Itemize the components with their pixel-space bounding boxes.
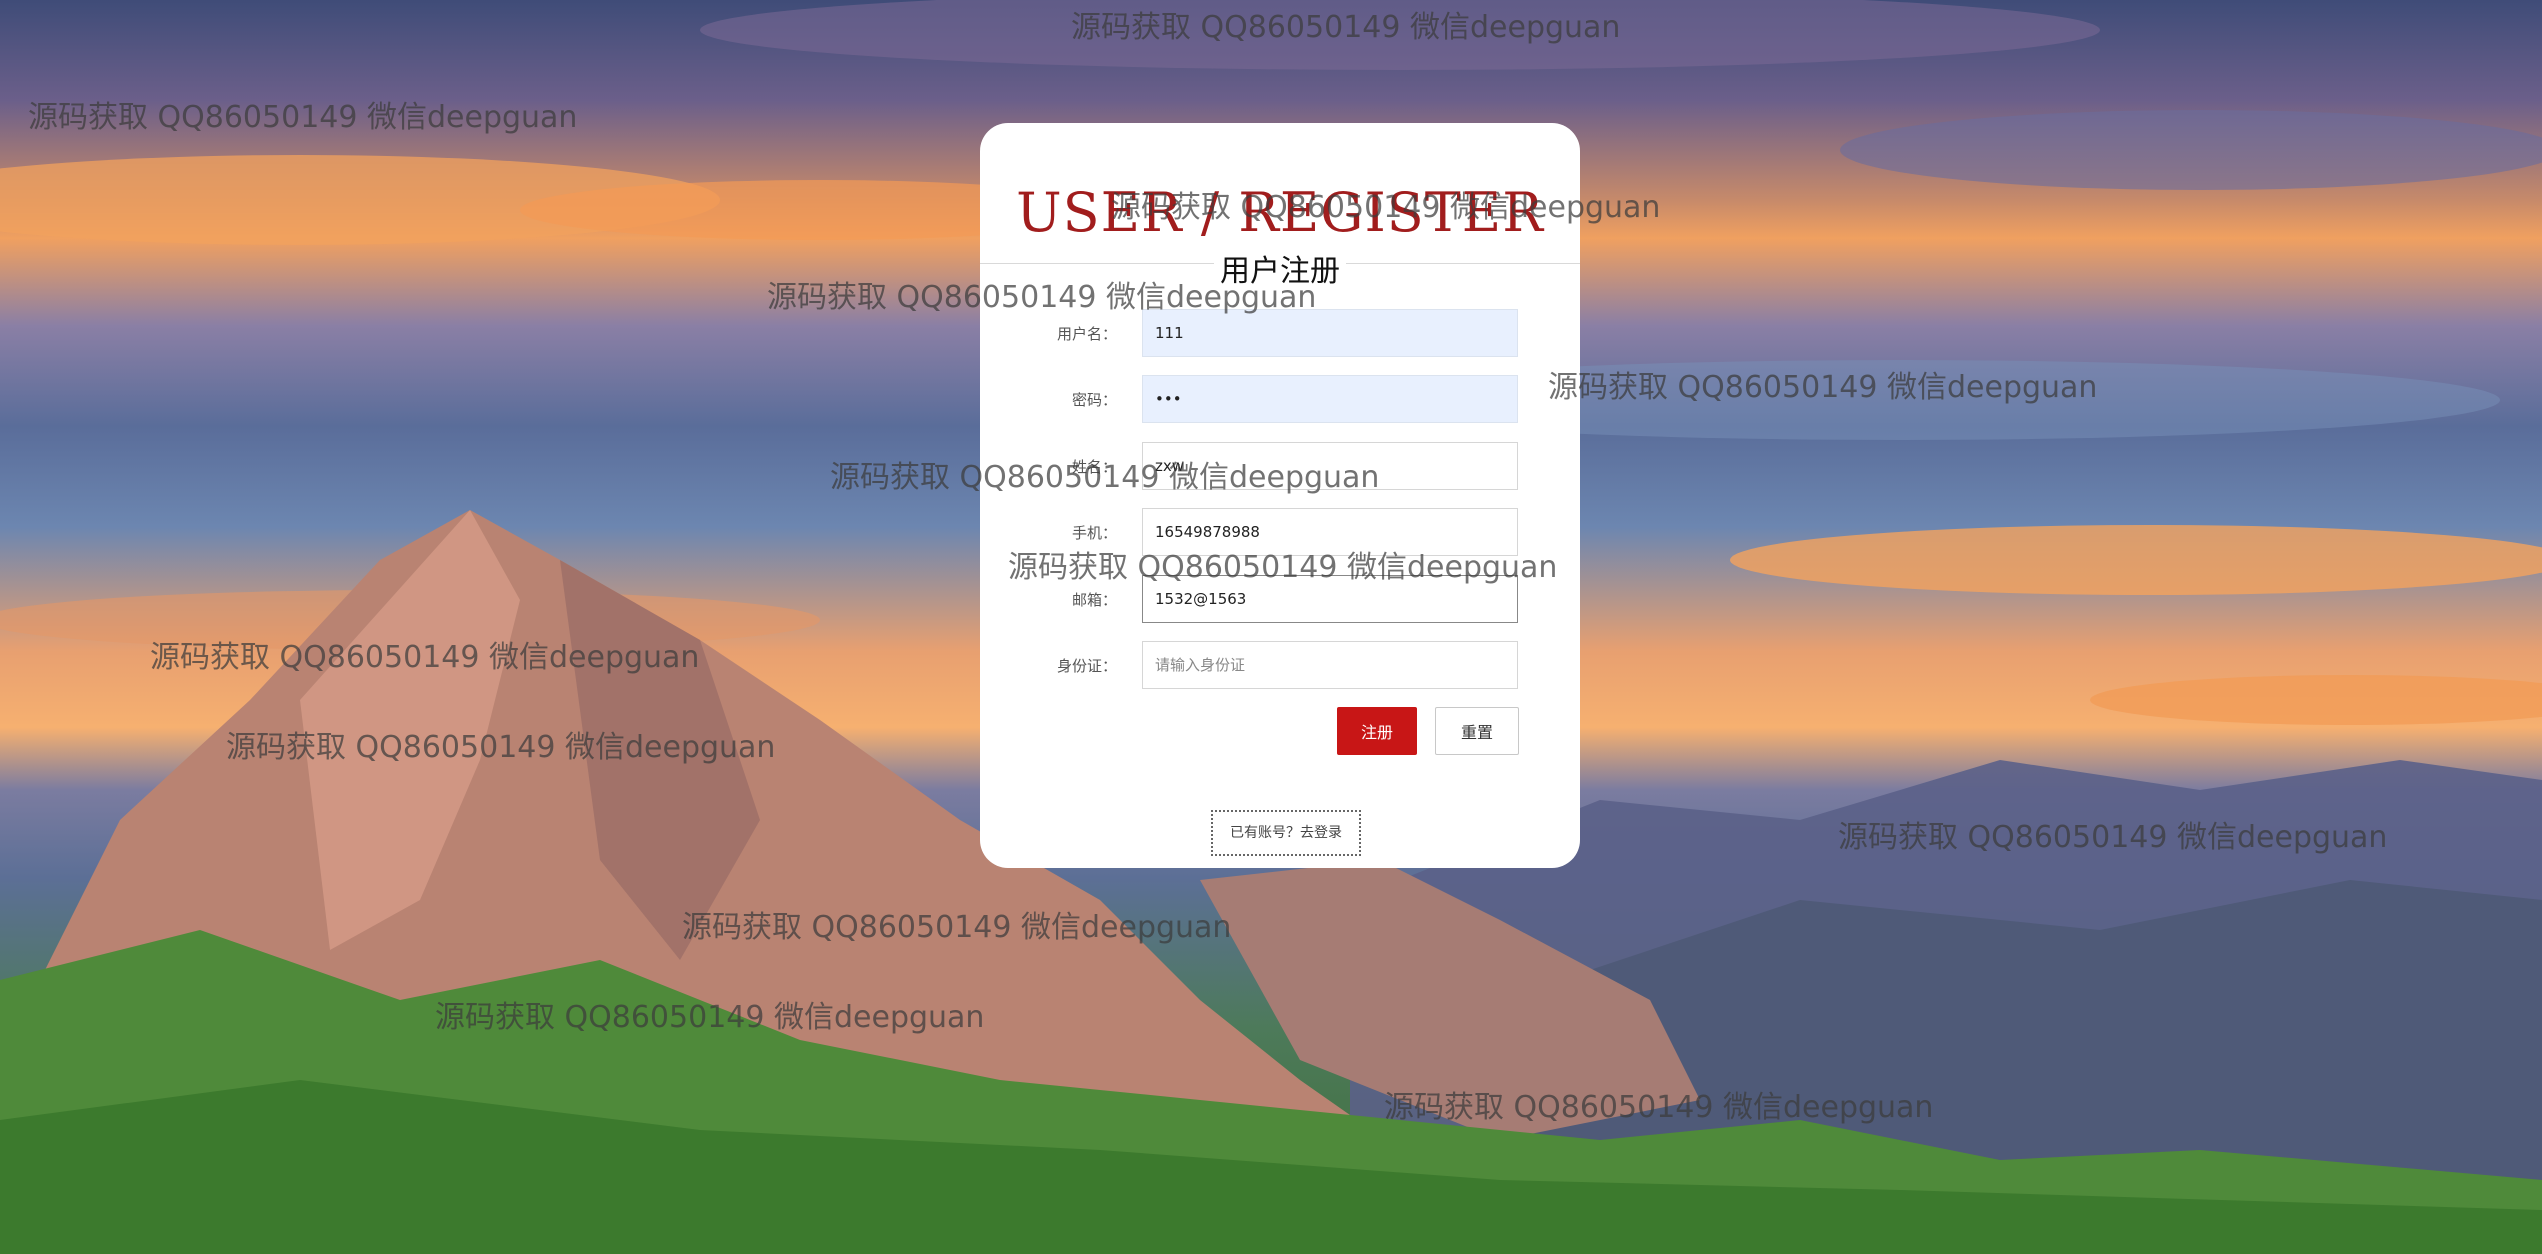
form-row-id-card: 身份证： [980, 641, 1580, 689]
username-input[interactable] [1142, 309, 1518, 357]
register-card: USER / REGISTER 用户注册 用户名： 密码： 姓名： 手机： 邮箱… [980, 123, 1580, 868]
password-input[interactable] [1142, 375, 1518, 423]
username-label: 用户名： [1056, 325, 1117, 343]
name-input[interactable] [1142, 442, 1518, 490]
register-button[interactable]: 注册 [1337, 707, 1417, 755]
card-title-chinese-text: 用户注册 [1214, 254, 1346, 289]
card-title-chinese: 用户注册 [980, 246, 1580, 290]
id-card-input[interactable] [1142, 641, 1518, 689]
name-label: 姓名： [1071, 458, 1117, 476]
email-input[interactable] [1142, 575, 1518, 623]
card-title-english: USER / REGISTER [1016, 181, 1544, 244]
email-label: 邮箱： [1071, 591, 1117, 609]
reset-button[interactable]: 重置 [1435, 707, 1519, 755]
id-card-label: 身份证： [1056, 657, 1117, 675]
form-row-username: 用户名： [980, 309, 1580, 357]
form-row-password: 密码： [980, 375, 1580, 423]
phone-label: 手机： [1071, 524, 1117, 542]
phone-input[interactable] [1142, 508, 1518, 556]
form-row-phone: 手机： [980, 508, 1580, 556]
password-label: 密码： [1071, 391, 1117, 409]
form-row-email: 邮箱： [980, 575, 1580, 623]
go-login-link[interactable]: 已有账号？去登录 [1211, 810, 1361, 856]
form-row-name: 姓名： [980, 442, 1580, 490]
